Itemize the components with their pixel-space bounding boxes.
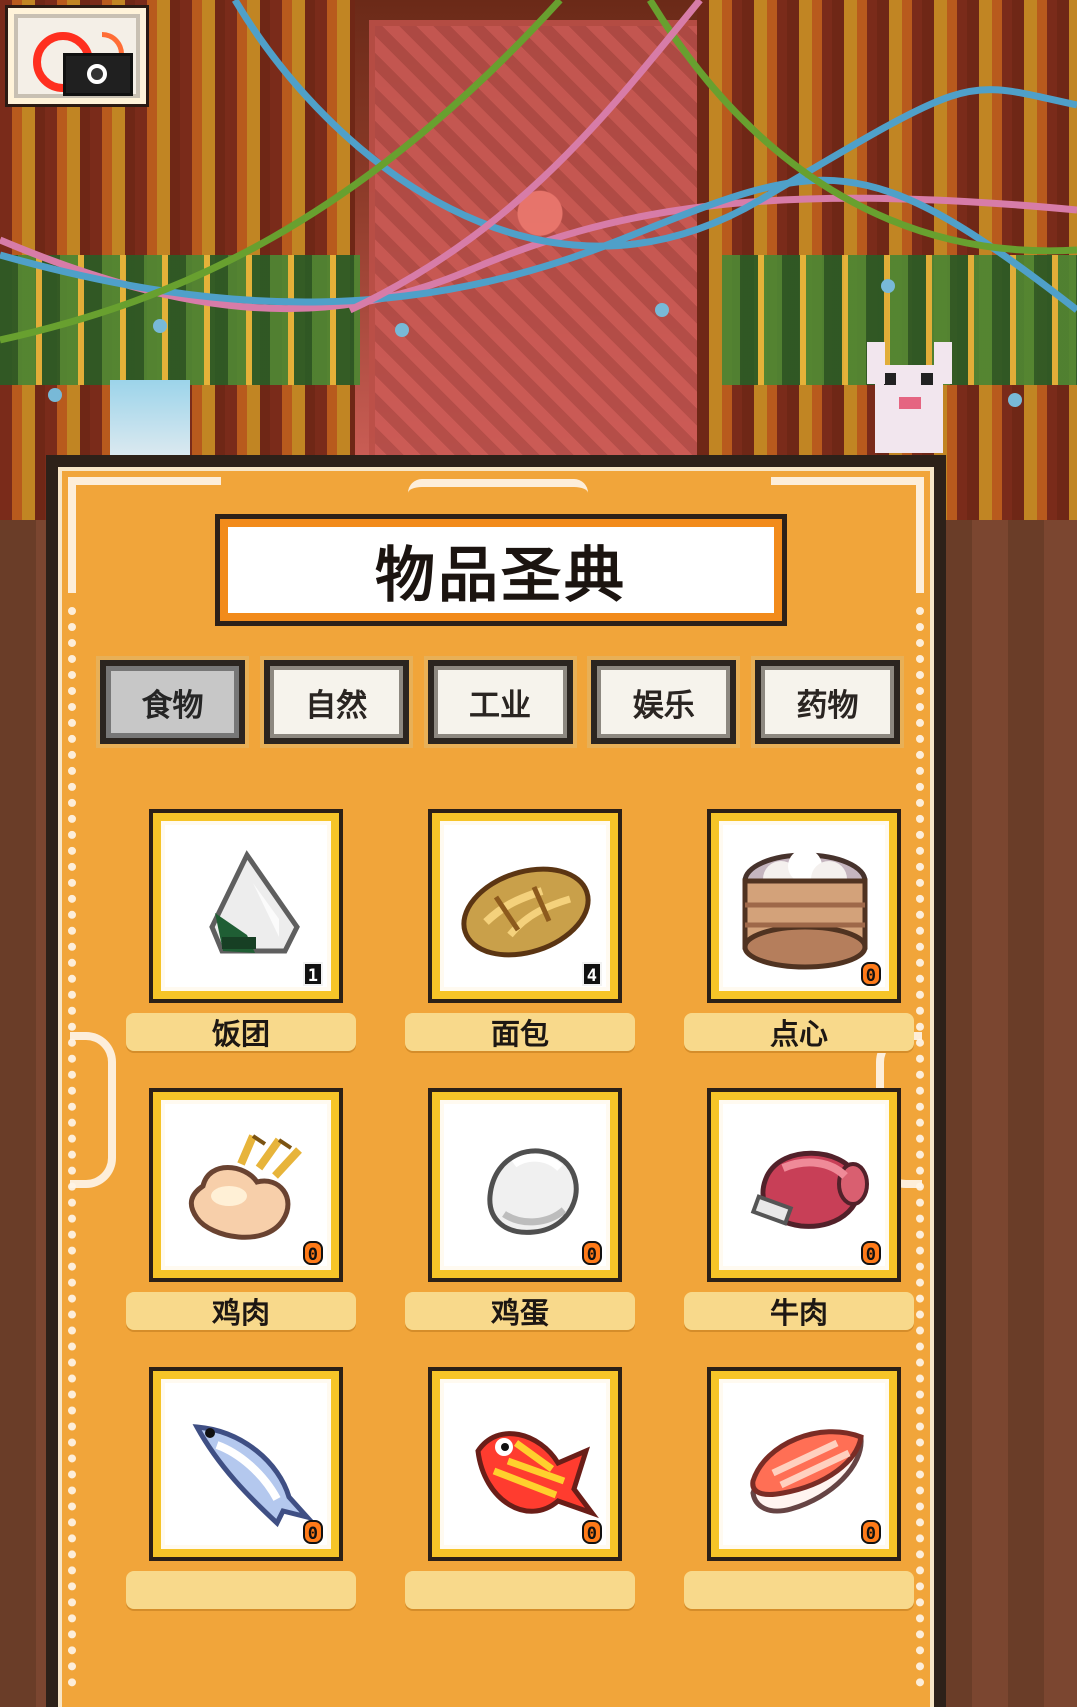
item-frame[interactable]: 0 <box>153 1092 339 1278</box>
red-fish-icon <box>475 1431 599 1519</box>
dim-sum-icon <box>742 849 868 970</box>
beef-icon <box>750 1150 869 1229</box>
codex-title-box: 物品圣典 <box>220 519 782 621</box>
item-rice-ball[interactable]: 1 饭团 <box>126 813 386 1063</box>
decorative-string-lights <box>0 0 1077 453</box>
codex-title: 物品圣典 <box>375 540 627 611</box>
item-frame[interactable]: 0 <box>711 813 897 999</box>
item-grid: 1 饭团 4 面包 0 点心 0 鸡肉 0 鸡蛋 0 牛肉 0 0 0 <box>126 813 914 1707</box>
top-right-ornament <box>771 477 924 593</box>
item-egg[interactable]: 0 鸡蛋 <box>405 1092 665 1342</box>
item-name: 面包 <box>405 1013 635 1051</box>
item-name: 饭团 <box>126 1013 356 1051</box>
tab-entertainment[interactable]: 娱乐 <box>591 660 737 744</box>
tab-industry[interactable]: 工业 <box>427 660 573 744</box>
item-count: 0 <box>302 1241 323 1265</box>
item-bread[interactable]: 4 面包 <box>405 813 665 1063</box>
item-frame[interactable]: 0 <box>153 1371 339 1557</box>
item-frame[interactable]: 0 <box>711 1371 897 1557</box>
item-count: 0 <box>302 1520 323 1544</box>
item-name: 牛肉 <box>684 1292 914 1330</box>
item-frame[interactable]: 0 <box>432 1371 618 1557</box>
left-side-ornament <box>68 607 98 1687</box>
item-name <box>684 1571 914 1609</box>
item-name <box>126 1571 356 1609</box>
item-codex-panel: 物品圣典 食物 自然 工业 娱乐 药物 1 饭团 4 面包 0 点心 0 鸡肉 … <box>54 463 938 1707</box>
item-chicken[interactable]: 0 鸡肉 <box>126 1092 386 1342</box>
top-left-ornament <box>68 477 221 593</box>
item-dim-sum[interactable]: 0 点心 <box>684 813 934 1063</box>
item-count: 4 <box>581 962 602 986</box>
camera-button[interactable] <box>8 8 146 104</box>
item-count: 0 <box>581 1241 602 1265</box>
roast-chicken-icon <box>188 1134 302 1240</box>
sushi-icon <box>750 1429 864 1514</box>
item-red-fish[interactable]: 0 <box>405 1371 665 1621</box>
camera-lens-icon <box>87 64 107 84</box>
item-beef[interactable]: 0 牛肉 <box>684 1092 934 1342</box>
item-frame[interactable]: 0 <box>711 1092 897 1278</box>
tab-medicine[interactable]: 药物 <box>755 660 900 744</box>
game-screen: 物品圣典 食物 自然 工业 娱乐 药物 1 饭团 4 面包 0 点心 0 鸡肉 … <box>0 0 1077 1707</box>
item-count: 0 <box>860 1241 881 1265</box>
item-name: 鸡蛋 <box>405 1292 635 1330</box>
left-middle-ornament <box>70 1032 116 1188</box>
tab-nature[interactable]: 自然 <box>263 660 409 744</box>
item-name: 鸡肉 <box>126 1292 356 1330</box>
item-sushi[interactable]: 0 <box>684 1371 934 1621</box>
item-count: 0 <box>860 962 881 986</box>
blue-fish-icon <box>192 1424 315 1528</box>
tab-food[interactable]: 食物 <box>100 660 245 744</box>
item-frame[interactable]: 0 <box>432 1092 618 1278</box>
item-count: 0 <box>581 1520 602 1544</box>
item-frame[interactable]: 1 <box>153 813 339 999</box>
rabbit-decoration-icon <box>867 342 952 453</box>
item-blue-fish[interactable]: 0 <box>126 1371 386 1621</box>
category-tabs: 食物 自然 工业 娱乐 药物 <box>100 660 900 750</box>
top-band-ornament <box>408 479 588 515</box>
egg-icon <box>487 1148 579 1235</box>
item-frame[interactable]: 4 <box>432 813 618 999</box>
item-count: 0 <box>860 1520 881 1544</box>
signal-icon <box>102 32 124 54</box>
item-name <box>405 1571 635 1609</box>
item-name: 点心 <box>684 1013 914 1051</box>
item-count: 1 <box>302 962 323 986</box>
